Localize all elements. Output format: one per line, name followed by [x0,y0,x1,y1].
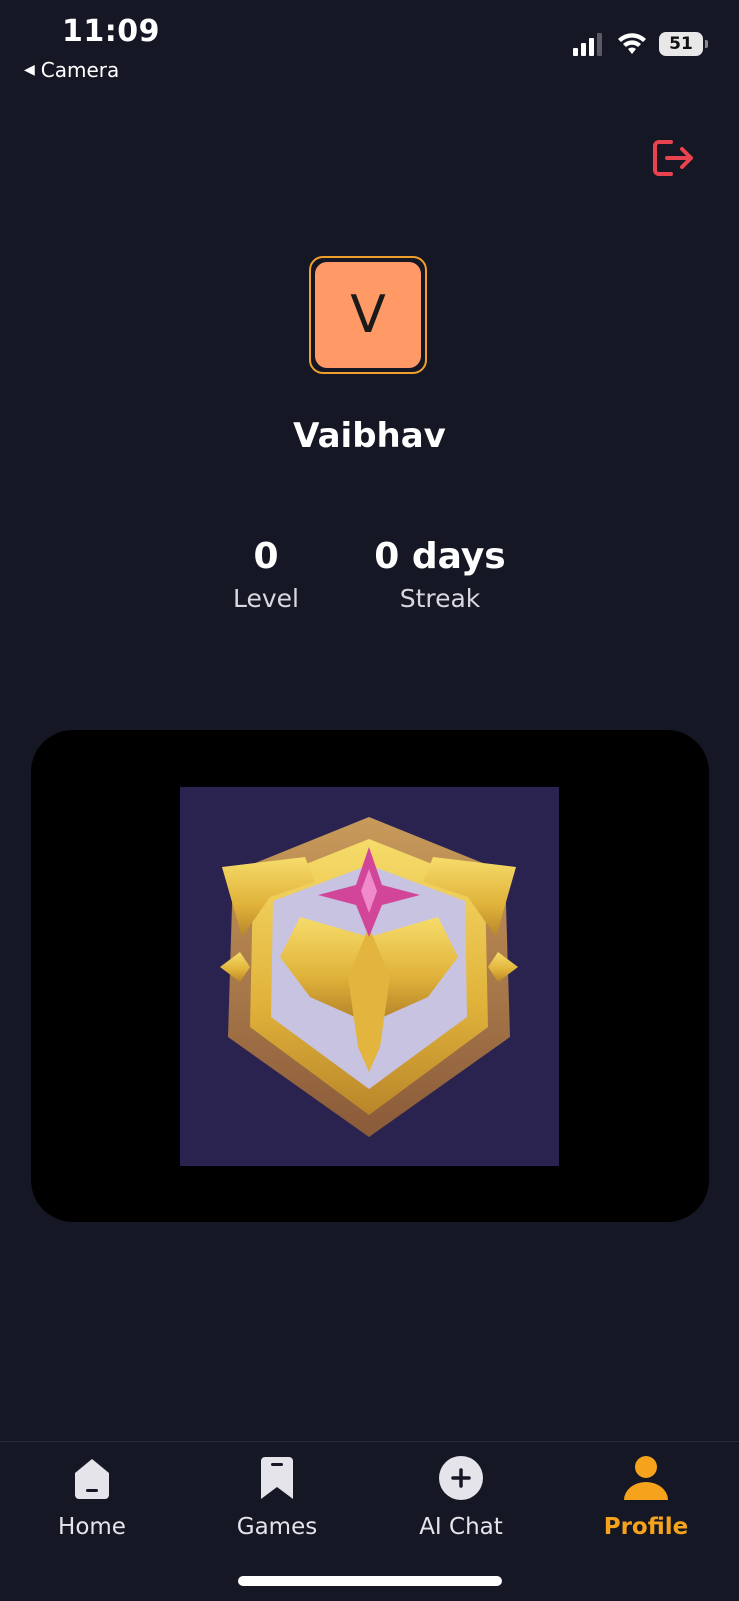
tab-home[interactable]: Home [17,1448,167,1540]
tab-profile-label: Profile [603,1514,689,1540]
tab-profile[interactable]: Profile [571,1448,721,1540]
stat-level-label: Level [233,584,299,613]
stat-level: 0 Level [216,532,316,613]
status-time: 11:09 [62,14,160,49]
tab-games-label: Games [236,1514,318,1540]
logout-icon[interactable] [649,134,697,182]
status-icons: 51 [573,32,708,56]
avatar[interactable]: V [309,256,427,374]
bookmark-icon [261,1457,293,1499]
gold-eagle-shield-badge-icon [220,817,518,1137]
tab-ai-chat[interactable]: AI Chat [386,1448,536,1540]
back-to-camera-link[interactable]: ◀ Camera [24,58,119,82]
back-app-label: Camera [40,58,120,82]
stat-streak-value: 0 days [374,536,506,577]
tab-home-label: Home [58,1514,126,1540]
avatar-letter: V [315,262,421,368]
signal-icon [573,33,602,56]
person-icon [624,1456,668,1500]
tab-games[interactable]: Games [202,1448,352,1540]
back-triangle-icon: ◀ [24,62,35,78]
home-indicator [238,1576,502,1586]
wifi-icon [618,33,646,54]
stat-streak: 0 days Streak [360,532,520,613]
stat-level-value: 0 [253,536,279,577]
profile-name: Vaibhav [293,416,446,456]
tab-ai-chat-label: AI Chat [419,1514,503,1540]
home-icon [75,1459,109,1499]
plus-circle-icon [439,1456,483,1500]
stat-streak-label: Streak [399,584,481,613]
badge-image [180,787,559,1166]
battery-icon: 51 [659,32,708,56]
